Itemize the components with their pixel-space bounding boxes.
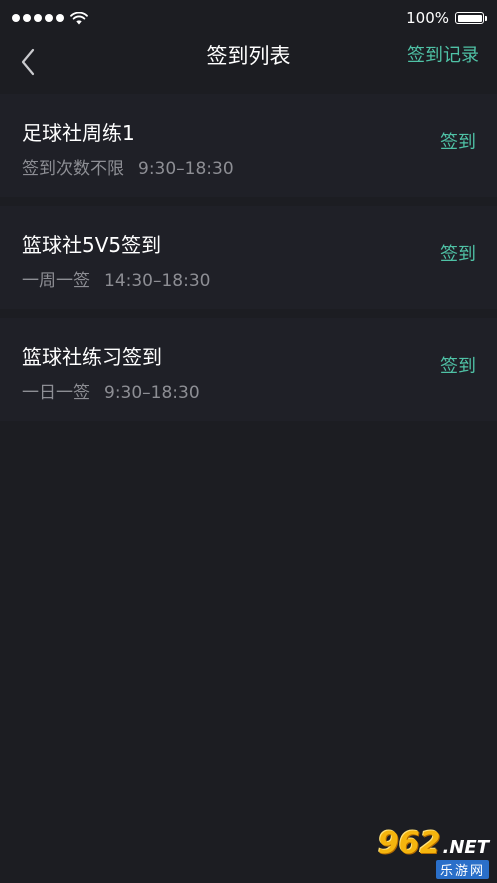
battery-percentage: 100% bbox=[406, 9, 449, 27]
checkin-button[interactable]: 签到 bbox=[440, 240, 476, 266]
item-time: 9:30–18:30 bbox=[104, 383, 200, 403]
list-item: 篮球社练习签到 一日一签 9:30–18:30 签到 bbox=[0, 318, 497, 421]
item-subtitle: 一日一签 9:30–18:30 bbox=[22, 378, 200, 403]
checkin-records-link[interactable]: 签到记录 bbox=[407, 36, 479, 76]
battery-icon bbox=[455, 12, 487, 24]
item-frequency: 一周一签 bbox=[22, 271, 90, 291]
item-time: 9:30–18:30 bbox=[138, 159, 234, 179]
item-title: 足球社周练1 bbox=[22, 121, 135, 145]
checkin-button[interactable]: 签到 bbox=[440, 128, 476, 154]
checkin-list: 足球社周练1 签到次数不限 9:30–18:30 签到 篮球社5V5签到 一周一签… bbox=[0, 94, 497, 430]
watermark-logo: 962 .NET bbox=[378, 829, 489, 859]
status-bar: 100% bbox=[0, 0, 497, 36]
item-frequency: 一日一签 bbox=[22, 383, 90, 403]
item-title: 篮球社练习签到 bbox=[22, 345, 162, 369]
checkin-button[interactable]: 签到 bbox=[440, 352, 476, 378]
list-item: 足球社周练1 签到次数不限 9:30–18:30 签到 bbox=[0, 94, 497, 197]
chevron-left-icon bbox=[21, 48, 35, 76]
watermark-brand: 962 bbox=[377, 826, 441, 861]
status-right: 100% bbox=[406, 9, 487, 27]
list-item: 篮球社5V5签到 一周一签 14:30–18:30 签到 bbox=[0, 206, 497, 309]
item-frequency: 签到次数不限 bbox=[22, 159, 124, 179]
wifi-icon bbox=[70, 11, 88, 24]
site-watermark: 962 .NET 乐游网 bbox=[349, 829, 489, 879]
watermark-site-name: 乐游网 bbox=[435, 860, 489, 879]
status-left bbox=[12, 11, 88, 25]
item-subtitle: 一周一签 14:30–18:30 bbox=[22, 266, 210, 291]
navigation-bar: 签到列表 签到记录 bbox=[0, 36, 497, 88]
item-time: 14:30–18:30 bbox=[104, 271, 211, 291]
signal-dots-icon bbox=[12, 14, 64, 22]
item-title: 篮球社5V5签到 bbox=[22, 233, 162, 257]
item-subtitle: 签到次数不限 9:30–18:30 bbox=[22, 154, 234, 179]
back-button[interactable] bbox=[10, 42, 46, 82]
watermark-domain: .NET bbox=[442, 837, 489, 858]
battery-fill bbox=[457, 14, 482, 22]
